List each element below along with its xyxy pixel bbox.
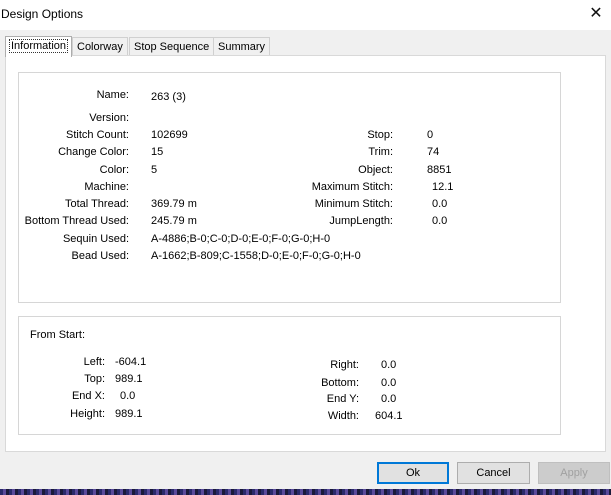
background-strip: [0, 489, 611, 495]
object-value: 8851: [427, 164, 452, 176]
max-stitch-value: 12.1: [432, 181, 454, 193]
machine-label: Machine:: [84, 181, 129, 193]
width-label: Width:: [327, 410, 359, 422]
endx-value: 0.0: [120, 390, 136, 402]
version-label: Version:: [89, 112, 129, 124]
right-value: 0.0: [381, 359, 397, 371]
window-title: Design Options: [1, 7, 84, 21]
bead-value: A-1662;B-809;C-1558;D-0;E-0;F-0;G-0;H-0: [151, 250, 361, 262]
trim-value: 74: [427, 146, 440, 158]
left-value: -604.1: [115, 356, 147, 368]
bottom-thread-value: 245.79 m: [151, 215, 197, 227]
top-value: 989.1: [115, 373, 143, 385]
color-value: 5: [151, 164, 158, 176]
sequin-label: Sequin Used:: [62, 233, 129, 245]
tab-summary[interactable]: Summary: [213, 37, 271, 56]
bottom-label: Bottom:: [321, 377, 359, 389]
min-stitch-label: Minimum Stitch:: [314, 198, 393, 210]
total-thread-value: 369.79 m: [151, 198, 197, 210]
max-stitch-label: Maximum Stitch:: [311, 181, 393, 193]
total-thread-label: Total Thread:: [64, 198, 129, 210]
sequin-value: A-4886;B-0;C-0;D-0;E-0;F-0;G-0;H-0: [151, 233, 331, 245]
cancel-button[interactable]: Cancel: [457, 462, 530, 484]
stop-label: Stop:: [367, 129, 393, 141]
name-value: 263 (3): [151, 91, 186, 103]
close-icon[interactable]: ✕: [587, 4, 605, 24]
from-start-heading: From Start:: [30, 329, 86, 341]
object-label: Object:: [358, 164, 393, 176]
tab-information[interactable]: Information: [5, 36, 73, 57]
change-color-label: Change Color:: [58, 146, 129, 158]
tab-stop-sequence[interactable]: Stop Sequence: [129, 37, 215, 56]
tab-colorway[interactable]: Colorway: [72, 37, 128, 56]
change-color-value: 15: [151, 146, 164, 158]
endx-label: End X:: [71, 390, 105, 402]
stitch-count-label: Stitch Count:: [66, 129, 129, 141]
min-stitch-value: 0.0: [432, 198, 448, 210]
tab-information-label: Information: [8, 39, 69, 53]
stop-value: 0: [427, 129, 434, 141]
apply-button[interactable]: Apply: [538, 462, 610, 484]
bottom-thread-label: Bottom Thread Used:: [24, 215, 129, 227]
endy-label: End Y:: [326, 393, 359, 405]
top-label: Top:: [84, 373, 105, 385]
title-bar: Design Options ✕: [0, 0, 611, 30]
jump-length-value: 0.0: [432, 215, 448, 227]
jump-length-label: JumpLength:: [329, 215, 393, 227]
left-label: Left:: [83, 356, 105, 368]
height-value: 989.1: [115, 408, 143, 420]
width-value: 604.1: [375, 410, 403, 422]
height-label: Height:: [70, 408, 105, 420]
color-label: Color:: [99, 164, 129, 176]
trim-label: Trim:: [368, 146, 393, 158]
stitch-count-value: 102699: [151, 129, 188, 141]
ok-button[interactable]: Ok: [377, 462, 449, 484]
bead-label: Bead Used:: [71, 250, 129, 262]
bottom-value: 0.0: [381, 377, 397, 389]
name-label: Name:: [96, 89, 129, 101]
right-label: Right:: [330, 359, 359, 371]
endy-value: 0.0: [381, 393, 397, 405]
